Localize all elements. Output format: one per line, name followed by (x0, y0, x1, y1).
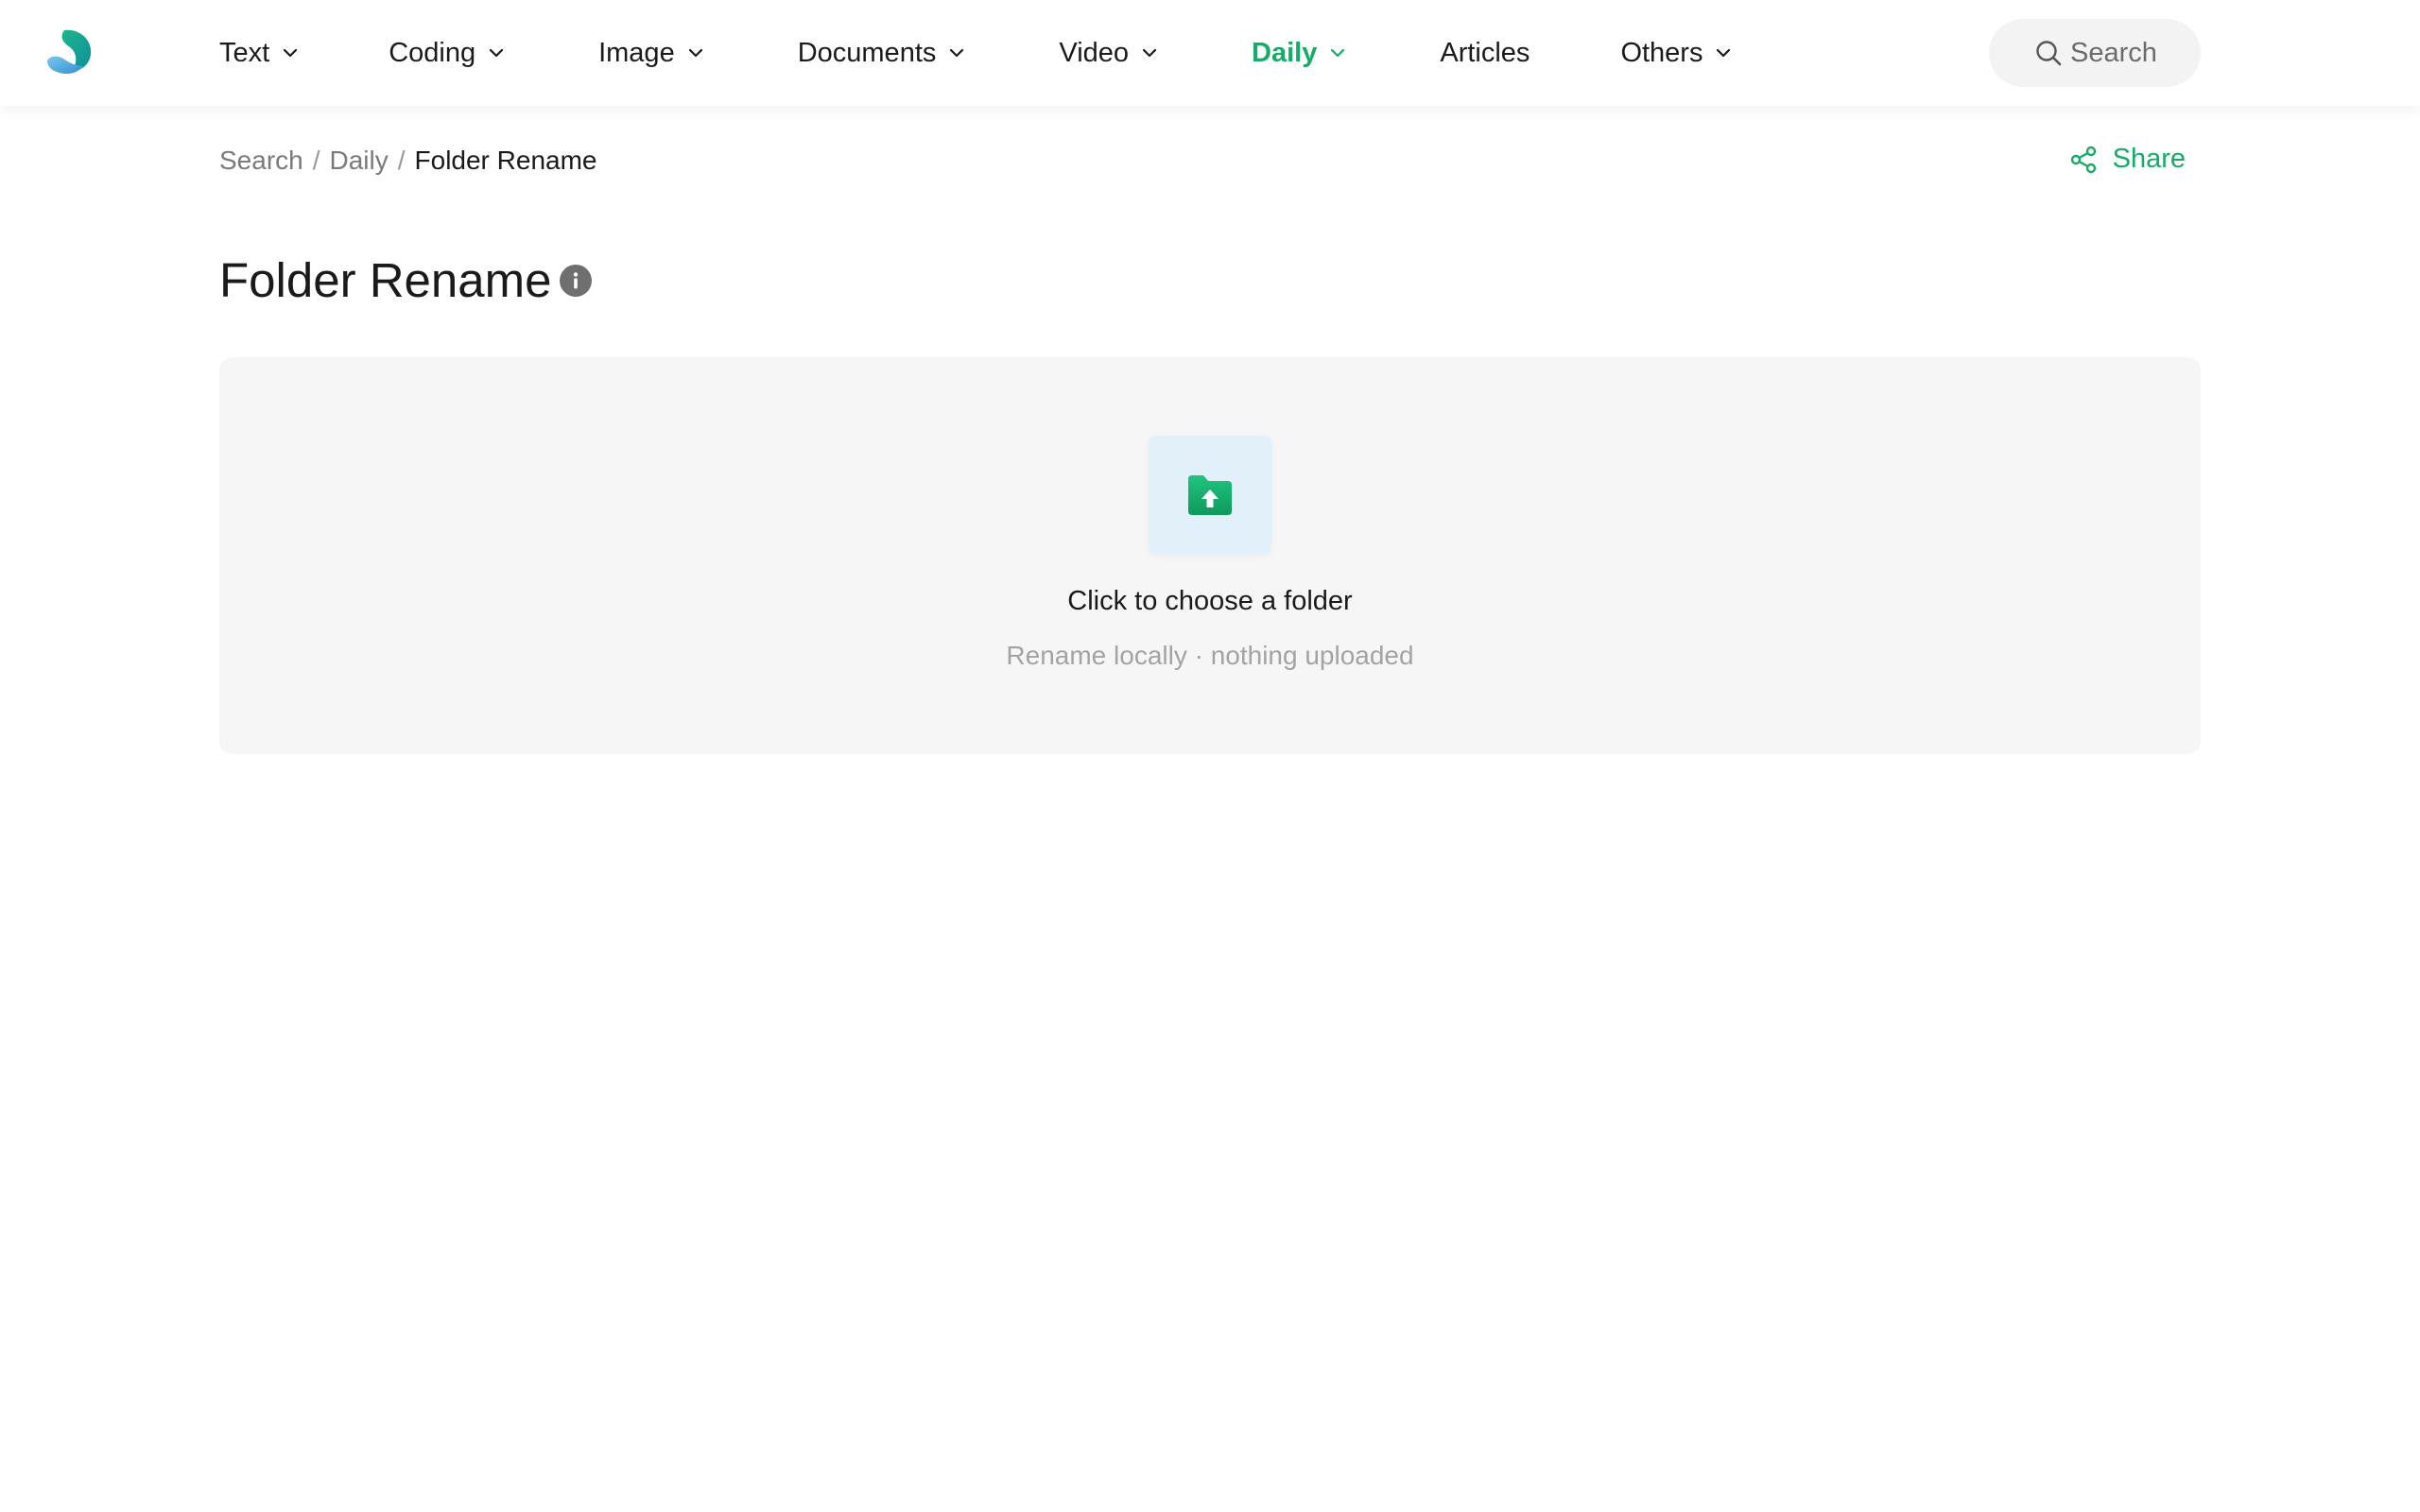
nav-item-label: Text (219, 37, 270, 68)
nav-item-others[interactable]: Others (1620, 38, 1731, 69)
nav-item-image[interactable]: Image (598, 38, 703, 69)
chevron-down-icon (489, 48, 504, 58)
chevron-down-icon (688, 48, 702, 58)
breadcrumb-separator: / (312, 146, 320, 175)
chevron-down-icon (950, 48, 964, 58)
breadcrumb-item-current: Folder Rename (414, 146, 597, 175)
nav-item-label: Video (1059, 37, 1130, 68)
chevron-down-icon (284, 48, 298, 58)
folder-drop-zone[interactable]: Click to choose a folder Rename locally … (219, 357, 2201, 754)
nav-item-daily[interactable]: Daily (1252, 38, 1345, 69)
upload-tile (1149, 436, 1271, 555)
chevron-down-icon (1331, 48, 1345, 58)
nav-item-label: Articles (1440, 37, 1530, 68)
nav-item-label: Daily (1252, 37, 1318, 68)
nav-item-label: Image (598, 37, 675, 68)
breadcrumb: Search / Daily / Folder Rename (219, 146, 597, 176)
chevron-down-icon (1717, 48, 1731, 58)
nav-item-label: Others (1620, 37, 1703, 68)
drop-zone-title: Click to choose a folder (1067, 586, 1353, 616)
nav-item-documents[interactable]: Documents (798, 38, 965, 69)
site-logo[interactable] (45, 28, 93, 76)
chevron-down-icon (1142, 48, 1157, 58)
nav-item-video[interactable]: Video (1059, 38, 1157, 69)
breadcrumb-item-daily[interactable]: Daily (330, 146, 389, 176)
info-icon[interactable] (560, 265, 592, 297)
search-icon (2036, 41, 2062, 66)
folder-upload-icon (1188, 475, 1232, 515)
share-label: Share (2112, 144, 2186, 174)
nav-item-text[interactable]: Text (219, 38, 298, 69)
search-label: Search (2070, 37, 2157, 68)
drop-zone-subtitle: Rename locally · nothing uploaded (1006, 641, 1414, 670)
page-title: Folder Rename (219, 253, 552, 307)
share-button[interactable]: Share (2069, 144, 2186, 175)
search-button[interactable]: Search (1989, 19, 2201, 87)
nav-item-coding[interactable]: Coding (389, 38, 504, 69)
top-nav-bar: Text Coding Image Documents Video Daily … (0, 0, 2420, 106)
nav-item-label: Coding (389, 37, 476, 68)
nav-item-label: Documents (797, 37, 937, 68)
breadcrumb-separator: / (397, 146, 406, 175)
nav-item-articles[interactable]: Articles (1440, 38, 1530, 69)
main-nav: Text Coding Image Documents Video Daily … (219, 0, 1731, 106)
share-icon (2070, 146, 2096, 173)
breadcrumb-item-search[interactable]: Search (219, 146, 303, 176)
